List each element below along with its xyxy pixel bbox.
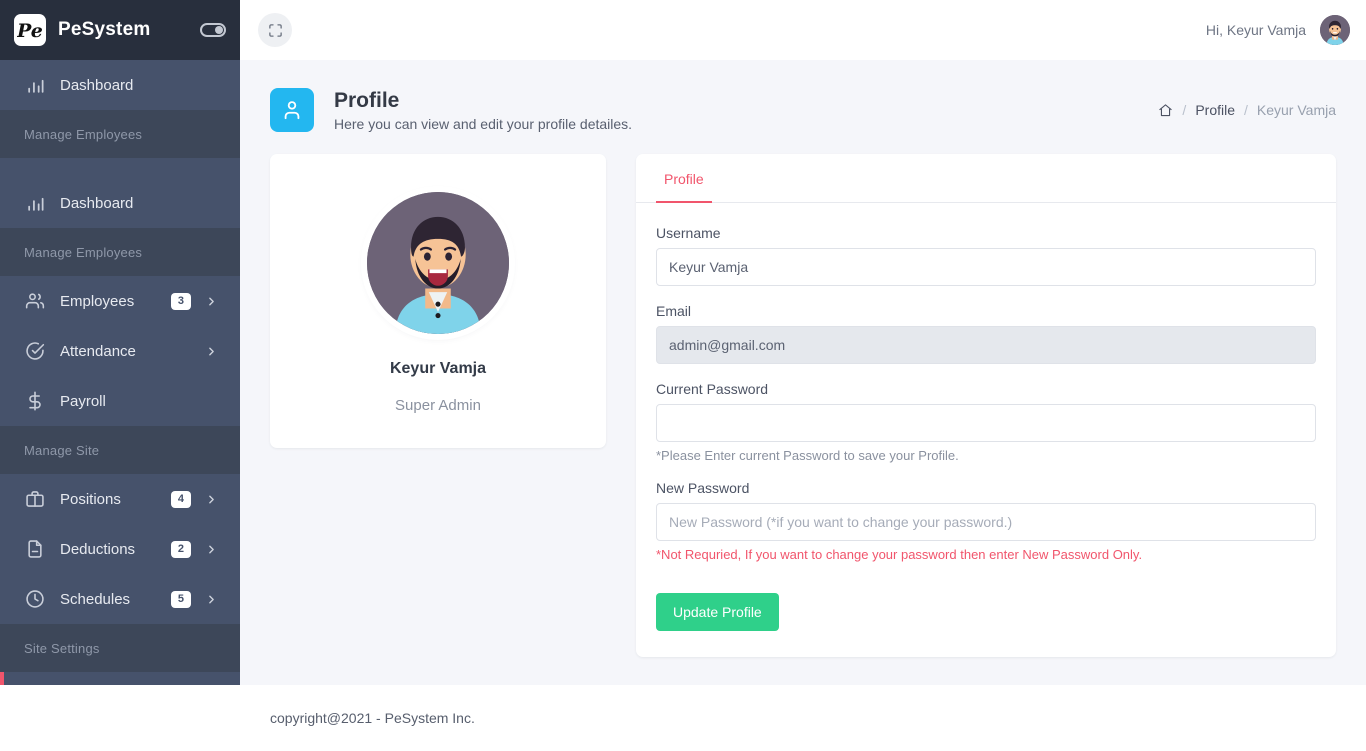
page-header: Profile Here you can view and edit your … [270, 60, 1336, 154]
chevron-right-icon [205, 493, 218, 506]
sidebar-item-attendance[interactable]: Attendance [0, 326, 240, 376]
sidebar-badge-deductions: 2 [171, 541, 191, 558]
sidebar-item-employees[interactable]: Employees 3 [0, 276, 240, 326]
topbar: Hi, Keyur Vamja [240, 0, 1366, 60]
footer-sidebar-strip [0, 685, 240, 751]
sidebar-logo-bar: Pe PeSystem [0, 0, 240, 60]
sidebar-item-deductions[interactable]: Deductions 2 [0, 524, 240, 574]
sidebar-section-manage-site: Manage Site [0, 426, 240, 474]
home-icon[interactable] [1158, 103, 1173, 118]
sidebar-overlay-group: Dashboard Manage Employees [0, 178, 240, 685]
breadcrumb-item-profile[interactable]: Profile [1195, 102, 1235, 118]
app-root: Pe PeSystem Dashboard Manage Employees [0, 0, 1366, 751]
sidebar-section-manage-employees-2: Manage Employees [0, 228, 240, 276]
sidebar-item-my-profile[interactable]: My Profile [0, 672, 240, 685]
fullscreen-button[interactable] [258, 13, 292, 47]
sidebar-item-label: Payroll [60, 393, 218, 410]
users-icon [24, 290, 46, 312]
user-avatar-large [367, 192, 509, 334]
breadcrumb-separator: / [1182, 102, 1186, 118]
new-password-hint: *Not Requried, If you want to change you… [656, 547, 1316, 562]
page-title-group: Profile Here you can view and edit your … [334, 88, 632, 132]
chevron-right-icon [205, 543, 218, 556]
username-input[interactable] [656, 248, 1316, 286]
copyright-text: copyright@2021 - PeSystem Inc. [270, 710, 475, 726]
sidebar-item-label: Employees [60, 293, 171, 310]
dollar-icon [24, 390, 46, 412]
bar-chart-icon [24, 74, 46, 96]
topbar-user-area: Hi, Keyur Vamja [1206, 15, 1350, 45]
new-password-input[interactable] [656, 503, 1316, 541]
sidebar-item-label: Dashboard [60, 77, 218, 94]
sidebar: Pe PeSystem Dashboard Manage Employees [0, 0, 240, 685]
sidebar-item-label: Deductions [60, 541, 171, 558]
sidebar-item-positions[interactable]: Positions 4 [0, 474, 240, 524]
username-label: Username [656, 225, 1316, 241]
sidebar-item-label: Attendance [60, 343, 205, 360]
profile-form: Username Email Current Password *Please … [636, 203, 1336, 657]
chevron-right-icon [205, 345, 218, 358]
sidebar-section-manage-employees: Manage Employees [0, 110, 240, 158]
email-label: Email [656, 303, 1316, 319]
sidebar-badge-schedules: 5 [171, 591, 191, 608]
fullscreen-icon [268, 23, 283, 38]
bar-chart-icon [24, 192, 46, 214]
main-area: Hi, Keyur Vamja [240, 0, 1366, 751]
sidebar-item-label: Positions [60, 491, 171, 508]
profile-name: Keyur Vamja [290, 360, 586, 378]
field-group-new-password: New Password *Not Requried, If you want … [656, 480, 1316, 562]
sidebar-item-payroll[interactable]: Payroll [0, 376, 240, 426]
field-group-username: Username [656, 225, 1316, 286]
sidebar-section-label: Manage Employees [24, 245, 142, 260]
footer: copyright@2021 - PeSystem Inc. [240, 685, 1366, 751]
profile-role: Super Admin [290, 397, 586, 414]
breadcrumb: / Profile / Keyur Vamja [1158, 102, 1336, 118]
file-minus-icon [24, 538, 46, 560]
sidebar-section-site-settings: Site Settings [0, 624, 240, 672]
tab-profile[interactable]: Profile [656, 154, 712, 203]
breadcrumb-item-current: Keyur Vamja [1257, 102, 1336, 118]
profile-form-card: Profile Username Email Current Passwo [636, 154, 1336, 657]
sidebar-badge-employees: 3 [171, 293, 191, 310]
pe-logo-icon: Pe [14, 14, 46, 46]
sidebar-collapse-toggle[interactable] [200, 23, 226, 37]
page-content: Profile Here you can view and edit your … [240, 60, 1366, 685]
page-subtitle: Here you can view and edit your profile … [334, 116, 632, 132]
greeting-text: Hi, Keyur Vamja [1206, 22, 1306, 38]
avatar[interactable] [1320, 15, 1350, 45]
profile-summary-card: Keyur Vamja Super Admin [270, 154, 606, 448]
clock-icon [24, 588, 46, 610]
sidebar-item-dashboard-duplicate[interactable]: Dashboard [0, 178, 240, 228]
sidebar-section-label: Manage Employees [24, 127, 142, 142]
email-field [656, 326, 1316, 364]
field-group-email: Email [656, 303, 1316, 364]
current-password-hint: *Please Enter current Password to save y… [656, 448, 1316, 463]
current-password-label: Current Password [656, 381, 1316, 397]
chevron-right-icon [205, 593, 218, 606]
brand-name: PeSystem [58, 19, 150, 41]
current-password-input[interactable] [656, 404, 1316, 442]
field-group-current-password: Current Password *Please Enter current P… [656, 381, 1316, 463]
sidebar-badge-positions: 4 [171, 491, 191, 508]
breadcrumb-separator: / [1244, 102, 1248, 118]
update-profile-button[interactable]: Update Profile [656, 593, 779, 631]
sidebar-section-label: Manage Site [24, 443, 99, 458]
user-profile-icon [270, 88, 314, 132]
sidebar-nav: Dashboard Manage Employees Dashboard [0, 60, 240, 158]
chevron-right-icon [205, 295, 218, 308]
content-row: Keyur Vamja Super Admin Profile Username [270, 154, 1336, 657]
sidebar-item-schedules[interactable]: Schedules 5 [0, 574, 240, 624]
page-title: Profile [334, 88, 632, 114]
sidebar-section-label: Site Settings [24, 641, 100, 656]
sidebar-item-dashboard[interactable]: Dashboard [0, 60, 240, 110]
new-password-label: New Password [656, 480, 1316, 496]
sidebar-item-label: Schedules [60, 591, 171, 608]
briefcase-icon [24, 488, 46, 510]
tab-bar: Profile [636, 154, 1336, 203]
svg-text:Pe: Pe [17, 20, 43, 41]
check-circle-icon [24, 340, 46, 362]
sidebar-item-label: Dashboard [60, 195, 218, 212]
